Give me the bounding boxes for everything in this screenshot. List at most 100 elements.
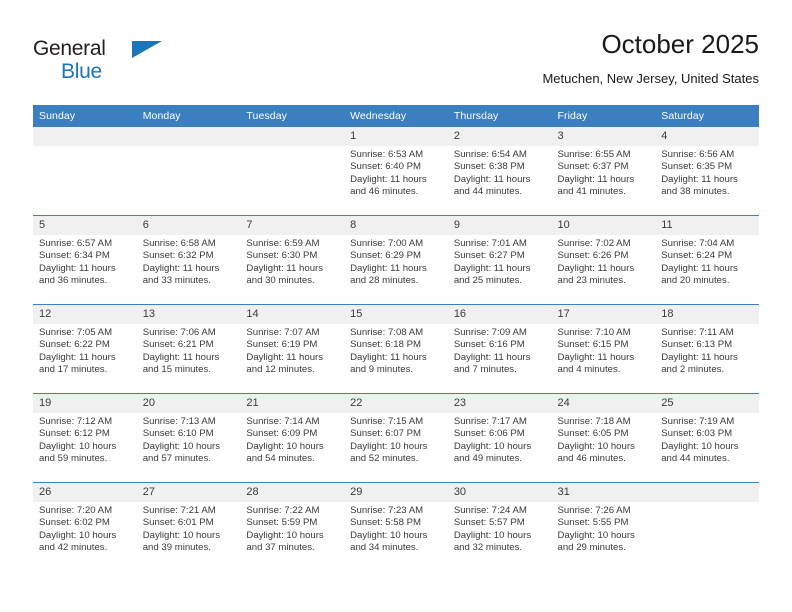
sunset-text: Sunset: 6:15 PM <box>557 339 629 351</box>
day-details: Sunrise: 7:21 AM Sunset: 6:01 PM Daylight:… <box>137 502 241 555</box>
calendar-day-cell[interactable]: 16 Sunrise: 7:09 AM Sunset: 6:16 PM Dayligh… <box>447 304 552 394</box>
brand-logo[interactable]: General Blue <box>33 28 263 88</box>
day-number: 6 <box>136 216 241 235</box>
sunrise-text: Sunrise: 7:14 AM <box>246 416 320 427</box>
calendar-day-cell[interactable]: 8 Sunrise: 7:00 AM Sunset: 6:29 PM Daylight… <box>344 215 448 305</box>
calendar-day-cell[interactable]: 20 Sunrise: 7:13 AM Sunset: 6:10 PM Dayligh… <box>136 393 241 483</box>
calendar-day-cell[interactable]: 22 Sunrise: 7:15 AM Sunset: 6:07 PM Dayligh… <box>344 393 448 483</box>
daylight-text-line2: and 39 minutes. <box>142 542 211 554</box>
day-number: 4 <box>655 127 759 146</box>
day-details: Sunrise: 7:23 AM Sunset: 5:58 PM Daylight:… <box>344 502 448 555</box>
sunrise-text: Sunrise: 6:57 AM <box>39 238 113 249</box>
sunrise-text: Sunrise: 6:59 AM <box>246 238 320 249</box>
daylight-text-line1: Daylight: 10 hours <box>39 440 117 452</box>
daylight-text-line1: Daylight: 10 hours <box>661 440 739 452</box>
day-number: 9 <box>447 216 552 235</box>
calendar-day-cell[interactable]: 7 Sunrise: 6:59 AM Sunset: 6:30 PM Daylight… <box>240 215 345 305</box>
day-number: 11 <box>655 216 759 235</box>
calendar-day-cell[interactable]: 13 Sunrise: 7:06 AM Sunset: 6:21 PM Dayligh… <box>136 304 241 394</box>
sunrise-text: Sunrise: 7:09 AM <box>453 327 527 338</box>
calendar-week-row: 26 Sunrise: 7:20 AM Sunset: 6:02 PM Dayligh… <box>33 482 759 571</box>
calendar-day-cell[interactable]: 24 Sunrise: 7:18 AM Sunset: 6:05 PM Dayligh… <box>551 393 656 483</box>
sunset-text: Sunset: 6:21 PM <box>142 339 214 351</box>
day-details: Sunrise: 7:12 AM Sunset: 6:12 PM Daylight:… <box>33 413 137 466</box>
calendar-day-cell[interactable]: 27 Sunrise: 7:21 AM Sunset: 6:01 PM Dayligh… <box>136 482 241 571</box>
day-details: Sunrise: 6:58 AM Sunset: 6:32 PM Daylight:… <box>137 235 241 288</box>
daylight-text-line1: Daylight: 10 hours <box>557 529 635 541</box>
calendar-day-cell[interactable]: 14 Sunrise: 7:07 AM Sunset: 6:19 PM Dayligh… <box>240 304 345 394</box>
calendar-day-cell[interactable]: 21 Sunrise: 7:14 AM Sunset: 6:09 PM Dayligh… <box>240 393 345 483</box>
sunset-text: Sunset: 5:58 PM <box>350 517 422 529</box>
title-block: October 2025 Metuchen, New Jersey, Unite… <box>542 28 759 88</box>
day-details: Sunrise: 7:08 AM Sunset: 6:18 PM Daylight:… <box>344 324 448 377</box>
daylight-text-line2: and 12 minutes. <box>246 364 315 376</box>
daylight-text-line2: and 33 minutes. <box>142 275 211 287</box>
calendar-day-cell-empty <box>240 127 345 216</box>
calendar-day-cell[interactable]: 28 Sunrise: 7:22 AM Sunset: 5:59 PM Dayligh… <box>240 482 345 571</box>
calendar-day-cell[interactable]: 6 Sunrise: 6:58 AM Sunset: 6:32 PM Daylight… <box>136 215 241 305</box>
sunset-text: Sunset: 6:37 PM <box>557 161 629 173</box>
calendar-day-cell[interactable]: 31 Sunrise: 7:26 AM Sunset: 5:55 PM Dayligh… <box>551 482 656 571</box>
calendar-day-cell[interactable]: 30 Sunrise: 7:24 AM Sunset: 5:57 PM Dayligh… <box>447 482 552 571</box>
brand-name-blue: Blue <box>61 60 102 83</box>
daylight-text-line1: Daylight: 11 hours <box>350 351 427 363</box>
day-details: Sunrise: 7:06 AM Sunset: 6:21 PM Daylight:… <box>137 324 241 377</box>
day-details: Sunrise: 6:53 AM Sunset: 6:40 PM Daylight:… <box>344 146 448 199</box>
calendar-day-cell[interactable]: 25 Sunrise: 7:19 AM Sunset: 6:03 PM Dayligh… <box>655 393 759 483</box>
day-number: 2 <box>447 127 552 146</box>
day-number <box>655 483 759 502</box>
calendar-day-cell[interactable]: 1 Sunrise: 6:53 AM Sunset: 6:40 PM Daylight… <box>344 127 448 216</box>
calendar-day-cell[interactable]: 23 Sunrise: 7:17 AM Sunset: 6:06 PM Dayligh… <box>447 393 552 483</box>
sunset-text: Sunset: 6:30 PM <box>246 250 318 262</box>
calendar-day-cell[interactable]: 19 Sunrise: 7:12 AM Sunset: 6:12 PM Dayligh… <box>33 393 137 483</box>
daylight-text-line2: and 59 minutes. <box>39 453 108 465</box>
daylight-text-line2: and 54 minutes. <box>246 453 315 465</box>
day-number: 19 <box>33 394 137 413</box>
calendar-day-cell[interactable]: 17 Sunrise: 7:10 AM Sunset: 6:15 PM Dayligh… <box>551 304 656 394</box>
calendar-day-cell[interactable]: 4 Sunrise: 6:56 AM Sunset: 6:35 PM Daylight… <box>655 127 759 216</box>
daylight-text-line1: Daylight: 11 hours <box>142 262 220 274</box>
calendar-page: General Blue October 2025 Metuchen, New … <box>0 0 792 612</box>
calendar-week-row: 1 Sunrise: 6:53 AM Sunset: 6:40 PM Daylight… <box>33 127 759 216</box>
day-details: Sunrise: 7:24 AM Sunset: 5:57 PM Daylight:… <box>448 502 552 555</box>
sunset-text: Sunset: 5:57 PM <box>453 517 525 529</box>
sunset-text: Sunset: 6:19 PM <box>246 339 318 351</box>
sunrise-text: Sunrise: 6:53 AM <box>350 149 424 160</box>
daylight-text-line1: Daylight: 11 hours <box>557 351 635 363</box>
daylight-text-line2: and 23 minutes. <box>557 275 626 287</box>
daylight-text-line2: and 9 minutes. <box>350 364 414 376</box>
sunset-text: Sunset: 6:03 PM <box>661 428 733 440</box>
calendar-day-cell[interactable]: 29 Sunrise: 7:23 AM Sunset: 5:58 PM Dayligh… <box>344 482 448 571</box>
calendar-day-cell[interactable]: 12 Sunrise: 7:05 AM Sunset: 6:22 PM Dayligh… <box>33 304 137 394</box>
daylight-text-line2: and 7 minutes. <box>453 364 517 376</box>
daylight-text-line2: and 30 minutes. <box>246 275 315 287</box>
sunrise-text: Sunrise: 7:21 AM <box>142 505 216 516</box>
sunrise-text: Sunrise: 7:00 AM <box>350 238 424 249</box>
day-number: 31 <box>551 483 656 502</box>
sunset-text: Sunset: 6:06 PM <box>453 428 525 440</box>
calendar-day-cell[interactable]: 5 Sunrise: 6:57 AM Sunset: 6:34 PM Daylight… <box>33 215 137 305</box>
sunset-text: Sunset: 6:09 PM <box>246 428 318 440</box>
calendar-day-cell[interactable]: 9 Sunrise: 7:01 AM Sunset: 6:27 PM Daylight… <box>447 215 552 305</box>
calendar-day-cell[interactable]: 15 Sunrise: 7:08 AM Sunset: 6:18 PM Dayligh… <box>344 304 448 394</box>
daylight-text-line1: Daylight: 11 hours <box>350 173 427 185</box>
location-subtitle: Metuchen, New Jersey, United States <box>542 71 759 86</box>
daylight-text-line1: Daylight: 10 hours <box>246 529 324 541</box>
calendar-day-cell[interactable]: 3 Sunrise: 6:55 AM Sunset: 6:37 PM Daylight… <box>551 127 656 216</box>
daylight-text-line2: and 28 minutes. <box>350 275 419 287</box>
calendar-day-cell[interactable]: 10 Sunrise: 7:02 AM Sunset: 6:26 PM Dayligh… <box>551 215 656 305</box>
calendar-day-cell[interactable]: 26 Sunrise: 7:20 AM Sunset: 6:02 PM Dayligh… <box>33 482 137 571</box>
calendar-day-cell[interactable]: 2 Sunrise: 6:54 AM Sunset: 6:38 PM Daylight… <box>447 127 552 216</box>
calendar-day-cell-empty <box>136 127 241 216</box>
sunset-text: Sunset: 6:13 PM <box>661 339 733 351</box>
weekday-header-wednesday: Wednesday <box>344 105 448 127</box>
calendar-day-cell[interactable]: 11 Sunrise: 7:04 AM Sunset: 6:24 PM Dayligh… <box>655 215 759 305</box>
day-details: Sunrise: 7:17 AM Sunset: 6:06 PM Daylight:… <box>448 413 552 466</box>
sunrise-text: Sunrise: 7:18 AM <box>557 416 631 427</box>
calendar-day-cell[interactable]: 18 Sunrise: 7:11 AM Sunset: 6:13 PM Dayligh… <box>655 304 759 394</box>
calendar-day-cell-empty <box>655 482 759 571</box>
triangle-logo-icon <box>132 41 162 58</box>
daylight-text-line2: and 37 minutes. <box>246 542 315 554</box>
day-number: 5 <box>33 216 137 235</box>
sunrise-text: Sunrise: 7:01 AM <box>453 238 527 249</box>
